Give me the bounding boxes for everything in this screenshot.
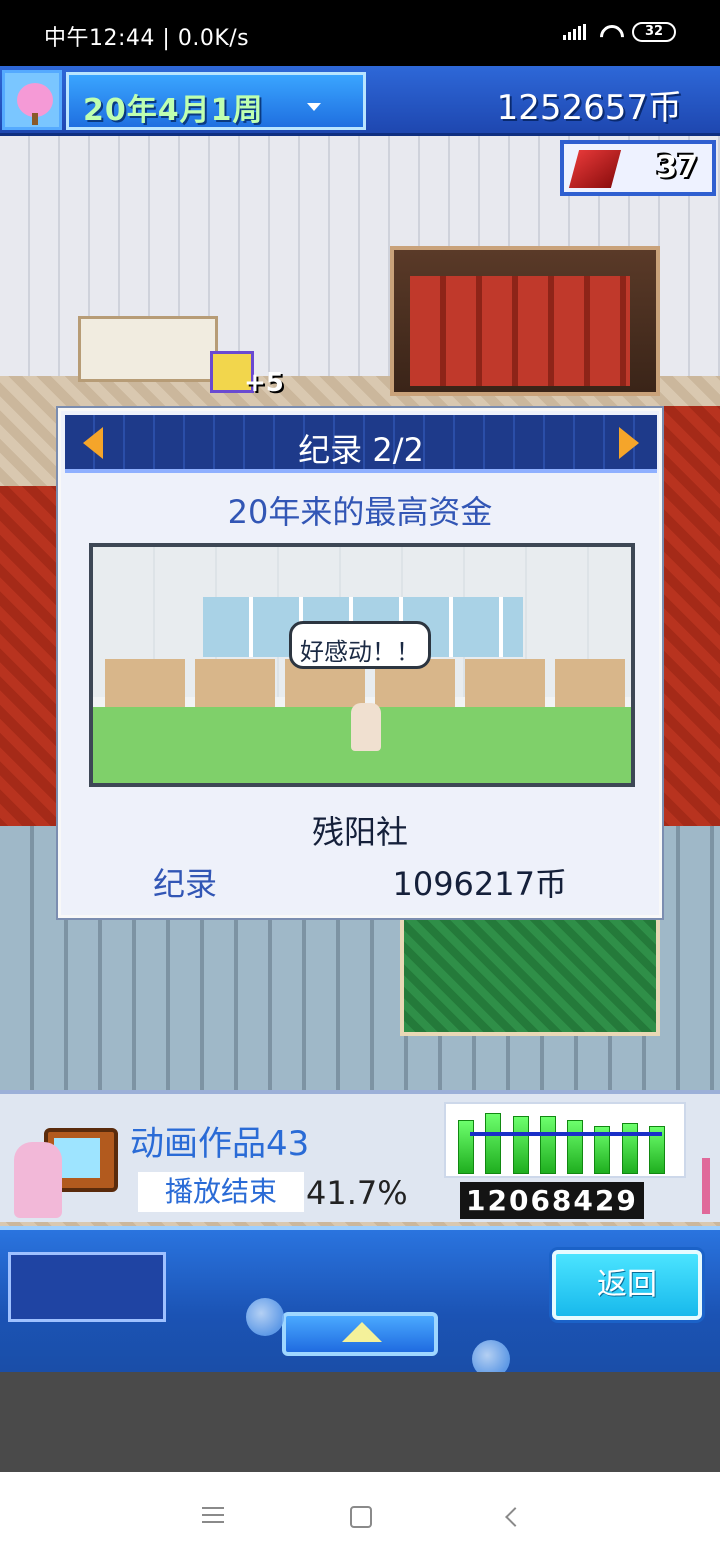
rating-bar [512,1116,529,1174]
bubble-decoration [246,1298,284,1336]
rating-bar [621,1123,638,1174]
game-screen[interactable]: +5 20年4月1周 1252657币 37 纪录 2/2 20年来的最高资金 [0,66,720,1372]
menu-icon[interactable] [198,1502,228,1532]
dialog-title: 纪录 2/2 [298,431,424,469]
dialog-subtitle: 20年来的最高资金 [227,493,493,531]
broadcast-status: 播放结束 [138,1172,304,1212]
cherry-tree-icon [17,83,53,117]
left-slot[interactable] [8,1252,166,1322]
record-label: 纪录 [153,865,218,903]
signal-icon [563,24,586,40]
status-bar: 中午12:44 | 0.0K/s 32 [0,0,720,66]
research-badge[interactable]: 37 [560,140,716,196]
tv-icon [14,1118,118,1218]
record-value: 1096217币 [392,865,567,903]
control-bar: 返回 [0,1226,720,1372]
wifi-icon [598,23,620,41]
system-nav-bar [0,1472,720,1560]
back-icon[interactable] [500,1502,530,1532]
tree-trunk [32,113,38,125]
dialog-header: 纪录 2/2 [65,415,657,473]
rating-bar [458,1119,474,1174]
speech-bubble: 好感动！！ [289,621,431,669]
top-bar: 20年4月1周 1252657币 [0,66,720,136]
battery-icon: 32 [632,22,676,42]
studio-room[interactable] [400,916,660,1036]
record-scene-image: 好感动！！ [89,543,635,787]
status-time: 中午12:44 | 0.0K/s [44,26,250,51]
rating-percent: 41.7% [306,1174,408,1212]
triangle-up-icon [342,1322,382,1342]
speech-text: 好感动！！ [300,638,420,666]
rating-bar [567,1119,583,1174]
rating-bar [539,1116,556,1174]
theater-seats [410,276,630,386]
date-tab[interactable]: 20年4月1周 [66,72,366,130]
season-avatar[interactable] [2,70,62,130]
arrow-right-icon[interactable] [619,427,639,459]
record-dialog: 纪录 2/2 20年来的最高资金 好感动！！ 残阳社 纪录 1096217币 [58,408,662,918]
date-label: 20年4月1周 [83,93,264,128]
badge-count: 37 [656,150,698,185]
rating-trend-line [470,1131,662,1136]
book-icon [568,150,622,188]
reception-desk[interactable] [78,316,218,382]
company-name: 残阳社 [311,813,408,851]
expand-menu-button[interactable] [282,1312,438,1356]
rating-bar [485,1112,502,1174]
status-separator: | [162,26,171,51]
blank-area [0,1372,720,1472]
work-title: 动画作品43 [130,1124,310,1164]
viewer-count: 12068429 [460,1182,644,1219]
rating-chart [444,1102,686,1178]
back-button[interactable]: 返回 [552,1250,702,1320]
scene-character [351,703,381,751]
bonus-label: +5 [244,368,284,398]
chevron-down-icon [307,103,321,111]
net-speed: 0.0K/s [177,26,250,51]
bubble-decoration [472,1340,510,1372]
mascot-character [14,1142,62,1218]
home-icon[interactable] [346,1502,376,1532]
scroll-indicator[interactable] [702,1158,710,1214]
money-label: 1252657币 [496,88,682,128]
broadcast-info-panel[interactable]: 动画作品43 播放结束 41.7% 12068429 [0,1090,720,1222]
